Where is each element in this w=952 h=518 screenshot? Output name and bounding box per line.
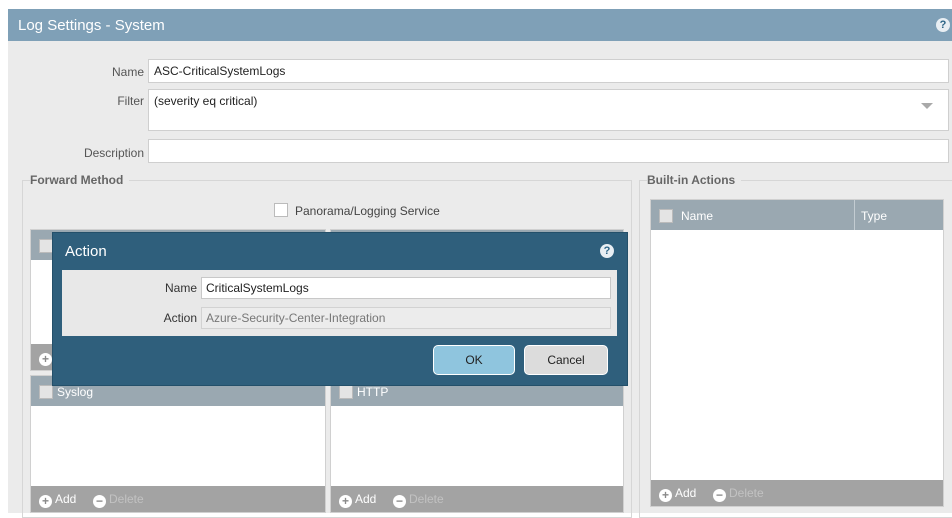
plus-icon: + [39, 495, 52, 508]
select-all-checkbox[interactable] [39, 385, 53, 399]
select-all-checkbox[interactable] [39, 239, 53, 253]
panorama-checkbox[interactable] [274, 203, 288, 217]
syslog-panel-footer: + Add − Delete [31, 486, 325, 512]
http-delete-button[interactable]: − Delete [393, 492, 444, 508]
dialog-name-field[interactable]: CriticalSystemLogs [201, 277, 611, 299]
name-field[interactable]: ASC-CriticalSystemLogs [148, 59, 949, 83]
dialog-action-label: Action [163, 311, 197, 325]
column-name[interactable]: Name [681, 209, 713, 223]
syslog-add-button[interactable]: + Add [39, 492, 76, 508]
builtin-actions-panel: Name Type + Add − Delete [650, 199, 944, 507]
dialog-action-field: Azure-Security-Center-Integration [201, 307, 611, 329]
syslog-panel: Syslog + Add − Delete [30, 375, 326, 513]
column-type[interactable]: Type [861, 209, 887, 223]
cancel-button[interactable]: Cancel [524, 345, 608, 375]
help-icon[interactable]: ? [600, 244, 614, 258]
dialog-title: Action [65, 243, 107, 260]
dialog-body: Name CriticalSystemLogs Action Azure-Sec… [62, 270, 617, 336]
column-divider [854, 200, 855, 230]
dialog-name-label: Name [164, 281, 197, 295]
panorama-label: Panorama/Logging Service [295, 204, 440, 218]
filter-label: Filter [117, 94, 144, 108]
builtin-actions-header: Name Type [651, 200, 943, 230]
select-all-checkbox[interactable] [339, 385, 353, 399]
plus-icon: + [39, 353, 52, 366]
filter-field[interactable]: (severity eq critical) [148, 89, 949, 131]
description-label: Description [83, 146, 144, 160]
http-panel: HTTP + Add − Delete [330, 375, 624, 513]
window-title: Log Settings - System [18, 17, 165, 34]
minus-icon: − [393, 495, 406, 508]
help-icon[interactable]: ? [936, 18, 950, 32]
plus-icon: + [339, 495, 352, 508]
builtin-add-button[interactable]: + Add [659, 486, 696, 502]
http-header: HTTP [357, 385, 389, 399]
chevron-down-icon[interactable] [921, 103, 933, 109]
minus-icon: − [713, 489, 726, 502]
description-field[interactable] [148, 139, 949, 163]
minus-icon: − [93, 495, 106, 508]
ok-button[interactable]: OK [433, 345, 515, 375]
select-all-checkbox[interactable] [659, 209, 673, 223]
builtin-actions-title: Built-in Actions [647, 173, 742, 187]
http-add-button[interactable]: + Add [339, 492, 376, 508]
http-panel-footer: + Add − Delete [331, 486, 623, 512]
plus-icon: + [659, 489, 672, 502]
syslog-delete-button[interactable]: − Delete [93, 492, 144, 508]
filter-value: (severity eq critical) [154, 94, 258, 108]
action-dialog: Action ? Name CriticalSystemLogs Action … [52, 232, 628, 386]
forward-method-title: Forward Method [30, 173, 130, 187]
builtin-delete-button[interactable]: − Delete [713, 486, 764, 502]
syslog-header: Syslog [57, 385, 94, 399]
builtin-actions-footer: + Add − Delete [651, 480, 943, 506]
window-titlebar: Log Settings - System ? [8, 9, 952, 41]
name-label: Name [111, 65, 144, 79]
